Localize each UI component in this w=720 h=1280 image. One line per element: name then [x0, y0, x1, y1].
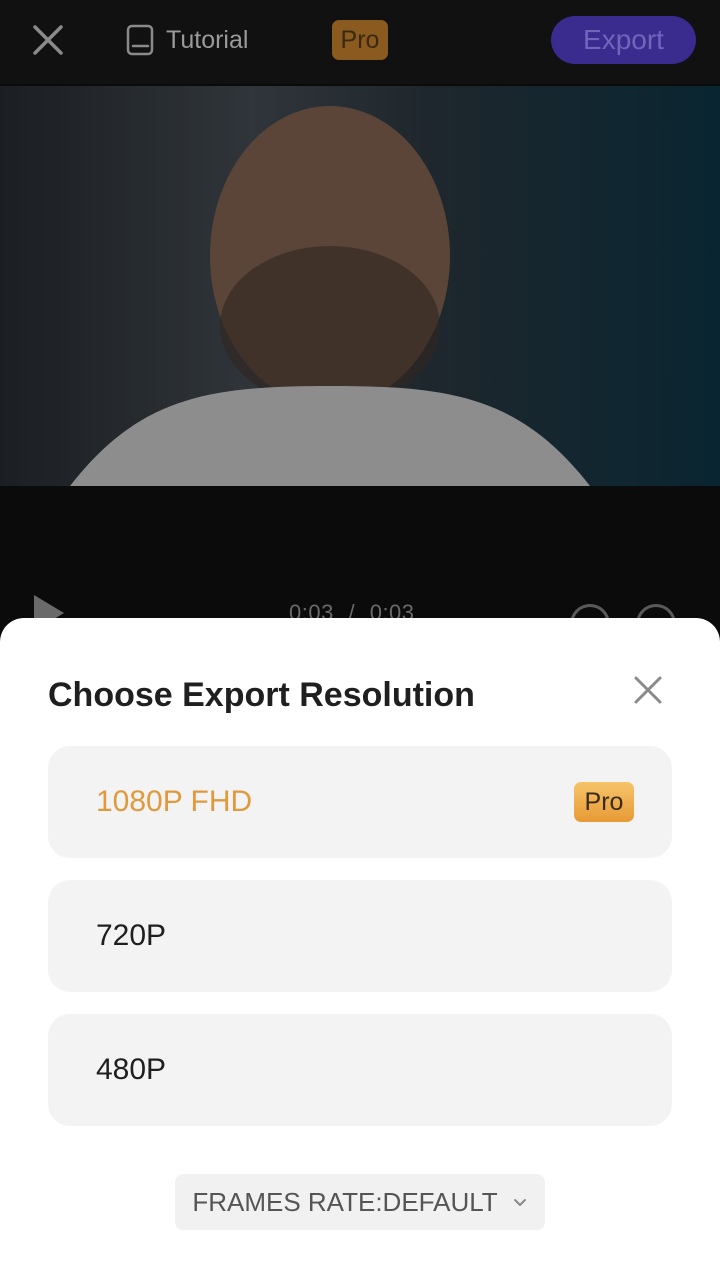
close-icon[interactable]: [30, 22, 66, 58]
export-resolution-sheet: Choose Export Resolution 1080P FHD Pro 7…: [0, 618, 720, 1280]
close-icon[interactable]: [628, 670, 668, 710]
resolution-option-1080p[interactable]: 1080P FHD Pro: [48, 746, 672, 858]
resolution-label: 1080P FHD: [96, 785, 253, 818]
resolution-label: 720P: [96, 919, 167, 952]
frames-rate-dropdown[interactable]: FRAMES RATE:DEFAULT: [175, 1174, 545, 1230]
pro-badge: Pro: [574, 782, 634, 822]
frames-rate-label: FRAMES RATE:DEFAULT: [192, 1186, 498, 1217]
book-icon: [126, 24, 154, 56]
preview-dim-overlay: [0, 86, 720, 486]
pro-badge[interactable]: Pro: [332, 20, 388, 60]
chevron-down-icon: [513, 1199, 526, 1206]
top-bar: Tutorial Pro Export: [0, 0, 720, 84]
resolution-label: 480P: [96, 1053, 167, 1086]
video-preview[interactable]: [0, 86, 720, 486]
resolution-option-720p[interactable]: 720P: [48, 880, 672, 992]
sheet-title: Choose Export Resolution: [48, 676, 475, 714]
tutorial-button[interactable]: Tutorial: [126, 22, 248, 58]
export-button[interactable]: Export: [551, 16, 696, 64]
resolution-option-480p[interactable]: 480P: [48, 1014, 672, 1126]
tutorial-label: Tutorial: [166, 25, 249, 54]
